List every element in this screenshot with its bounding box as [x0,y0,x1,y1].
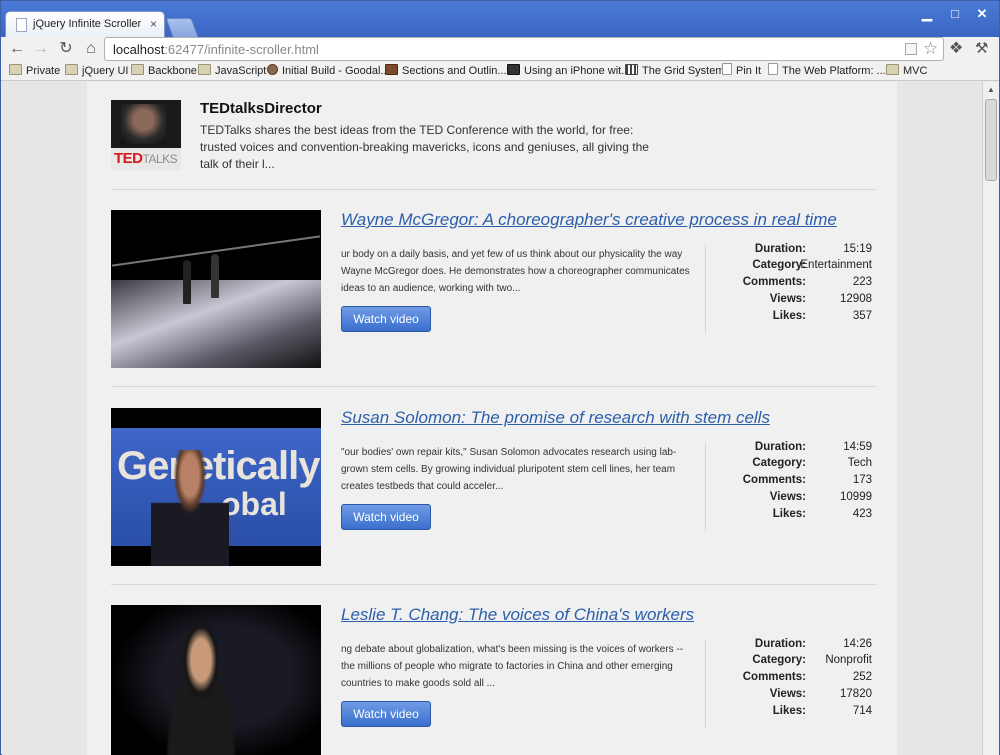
home-icon[interactable]: ⌂ [81,39,101,59]
bookmark-private[interactable]: Private [9,63,60,79]
video-stats: Duration: 14:59 Category: Tech Comments: 17… [705,441,877,531]
stat-duration: Duration: 14:26 [754,638,872,650]
stat-duration: Duration: 15:19 [754,243,872,255]
page-info-icon[interactable] [905,43,917,55]
tab-title: jQuery Infinite Scroller [33,18,142,30]
scrollbar-thumb[interactable] [985,99,997,181]
video-item: Leslie T. Chang: The voices of China's w… [111,585,877,755]
bookmark-pin-it[interactable]: Pin It [722,63,761,79]
folder-icon [886,64,899,75]
watch-video-button[interactable]: Watch video [341,701,431,727]
stat-views: Views: 10999 [769,491,872,503]
folder-icon [9,64,22,75]
video-description: ur body on a daily basis, and yet few of… [341,249,690,294]
video-thumbnail[interactable] [111,605,321,755]
url-text: localhost:62477/infinite-scroller.html [113,42,319,57]
channel-avatar[interactable]: TEDTALKS [111,100,181,170]
bookmark-web-platform[interactable]: The Web Platform: ... [768,63,886,79]
stat-duration: Duration: 14:59 [754,441,872,453]
browser-tab[interactable]: jQuery Infinite Scroller × [5,11,165,38]
browser-window: jQuery Infinite Scroller × ▁ □ ✕ ← → ↻ ⌂… [0,0,1000,755]
video-title-link[interactable]: Susan Solomon: The promise of research w… [341,408,770,428]
stat-comments: Comments: 223 [742,276,872,288]
site-icon [768,63,778,75]
channel-name: TEDtalksDirector [200,100,322,117]
stat-category: Category: Entertainment [752,259,872,271]
site-icon [267,64,278,75]
channel-header: TEDTALKS TEDtalksDirector TEDTalks share… [111,100,877,190]
stat-views: Views: 12908 [769,293,872,305]
maximize-icon[interactable]: □ [945,7,965,23]
site-icon [385,64,398,75]
wrench-icon[interactable]: ⚒ [975,39,988,59]
stat-views: Views: 17820 [769,688,872,700]
title-bar: jQuery Infinite Scroller × ▁ □ ✕ [1,1,999,38]
site-icon [507,64,520,75]
bookmark-initial-build[interactable]: Initial Build - Goodal... [267,63,390,79]
bookmark-mvc[interactable]: MVC [886,63,927,79]
bookmarks-bar: Private jQuery UI Backbone JavaScript In… [1,61,999,81]
folder-icon [198,64,211,75]
video-item: Wayne McGregor: A choreographer's creati… [111,190,877,387]
video-description: ng debate about globalization, what's be… [341,644,684,689]
tab-close-icon[interactable]: × [150,17,157,31]
back-arrow-icon[interactable]: ← [7,39,27,59]
watch-video-button[interactable]: Watch video [341,306,431,332]
vertical-scrollbar[interactable]: ▲ [982,82,999,755]
watch-video-button[interactable]: Watch video [341,504,431,530]
channel-description: TEDTalks shares the best ideas from the … [200,123,649,171]
close-icon[interactable]: ✕ [972,7,992,23]
video-stats: Duration: 15:19 Category: Entertainment Co… [705,243,877,333]
video-stats: Duration: 14:26 Category: Nonprofit Commen… [705,638,877,728]
new-tab-button[interactable] [165,18,199,37]
star-icon[interactable]: ☆ [923,39,938,59]
page-icon [16,18,27,32]
speaker-figure [151,625,251,755]
grid-icon [625,64,638,75]
stat-likes: Likes: 423 [772,508,872,520]
bookmark-jquery-ui[interactable]: jQuery UI [65,63,128,79]
dancer-figure [211,254,219,298]
address-bar[interactable]: localhost:62477/infinite-scroller.html ☆ [104,37,944,61]
stat-likes: Likes: 714 [772,705,872,717]
stat-category: Category: Nonprofit [752,654,872,666]
video-title-link[interactable]: Leslie T. Chang: The voices of China's w… [341,605,694,625]
scroller-content: TEDTALKS TEDtalksDirector TEDTalks share… [87,82,897,755]
stat-likes: Likes: 357 [772,310,872,322]
video-thumbnail[interactable]: Genetically obal [111,408,321,566]
stat-category: Category: Tech [752,457,872,469]
stat-comments: Comments: 173 [742,474,872,486]
browser-toolbar: ← → ↻ ⌂ localhost:62477/infinite-scrolle… [1,37,999,61]
bookmark-iphone[interactable]: Using an iPhone wit... [507,63,630,79]
forward-arrow-icon[interactable]: → [31,39,51,59]
video-thumbnail[interactable] [111,210,321,368]
scroll-up-arrow-icon[interactable]: ▲ [983,82,999,98]
video-description: "our bodies' own repair kits," Susan Sol… [341,447,677,492]
bookmark-backbone[interactable]: Backbone [131,63,197,79]
dancer-figure [183,260,191,304]
folder-icon [131,64,144,75]
speaker-figure [151,450,229,566]
page-viewport: TEDTALKS TEDtalksDirector TEDTalks share… [2,82,999,755]
reload-icon[interactable]: ↻ [56,39,76,59]
thumbnail-text: obal [221,486,287,522]
bookmark-grid-system[interactable]: The Grid System [625,63,725,79]
video-item: Genetically obal Susan Solomon: The prom… [111,388,877,585]
ted-logo: TEDTALKS [114,150,178,167]
bookmark-javascript[interactable]: JavaScript [198,63,266,79]
page-icon [722,63,732,75]
bookmark-sections[interactable]: Sections and Outlin... [385,63,507,79]
folder-icon [65,64,78,75]
extension-icon[interactable]: ❖ [949,39,963,59]
speaker-image [121,104,166,144]
stat-comments: Comments: 252 [742,671,872,683]
minimize-icon[interactable]: ▁ [917,7,937,23]
video-title-link[interactable]: Wayne McGregor: A choreographer's creati… [341,210,837,230]
